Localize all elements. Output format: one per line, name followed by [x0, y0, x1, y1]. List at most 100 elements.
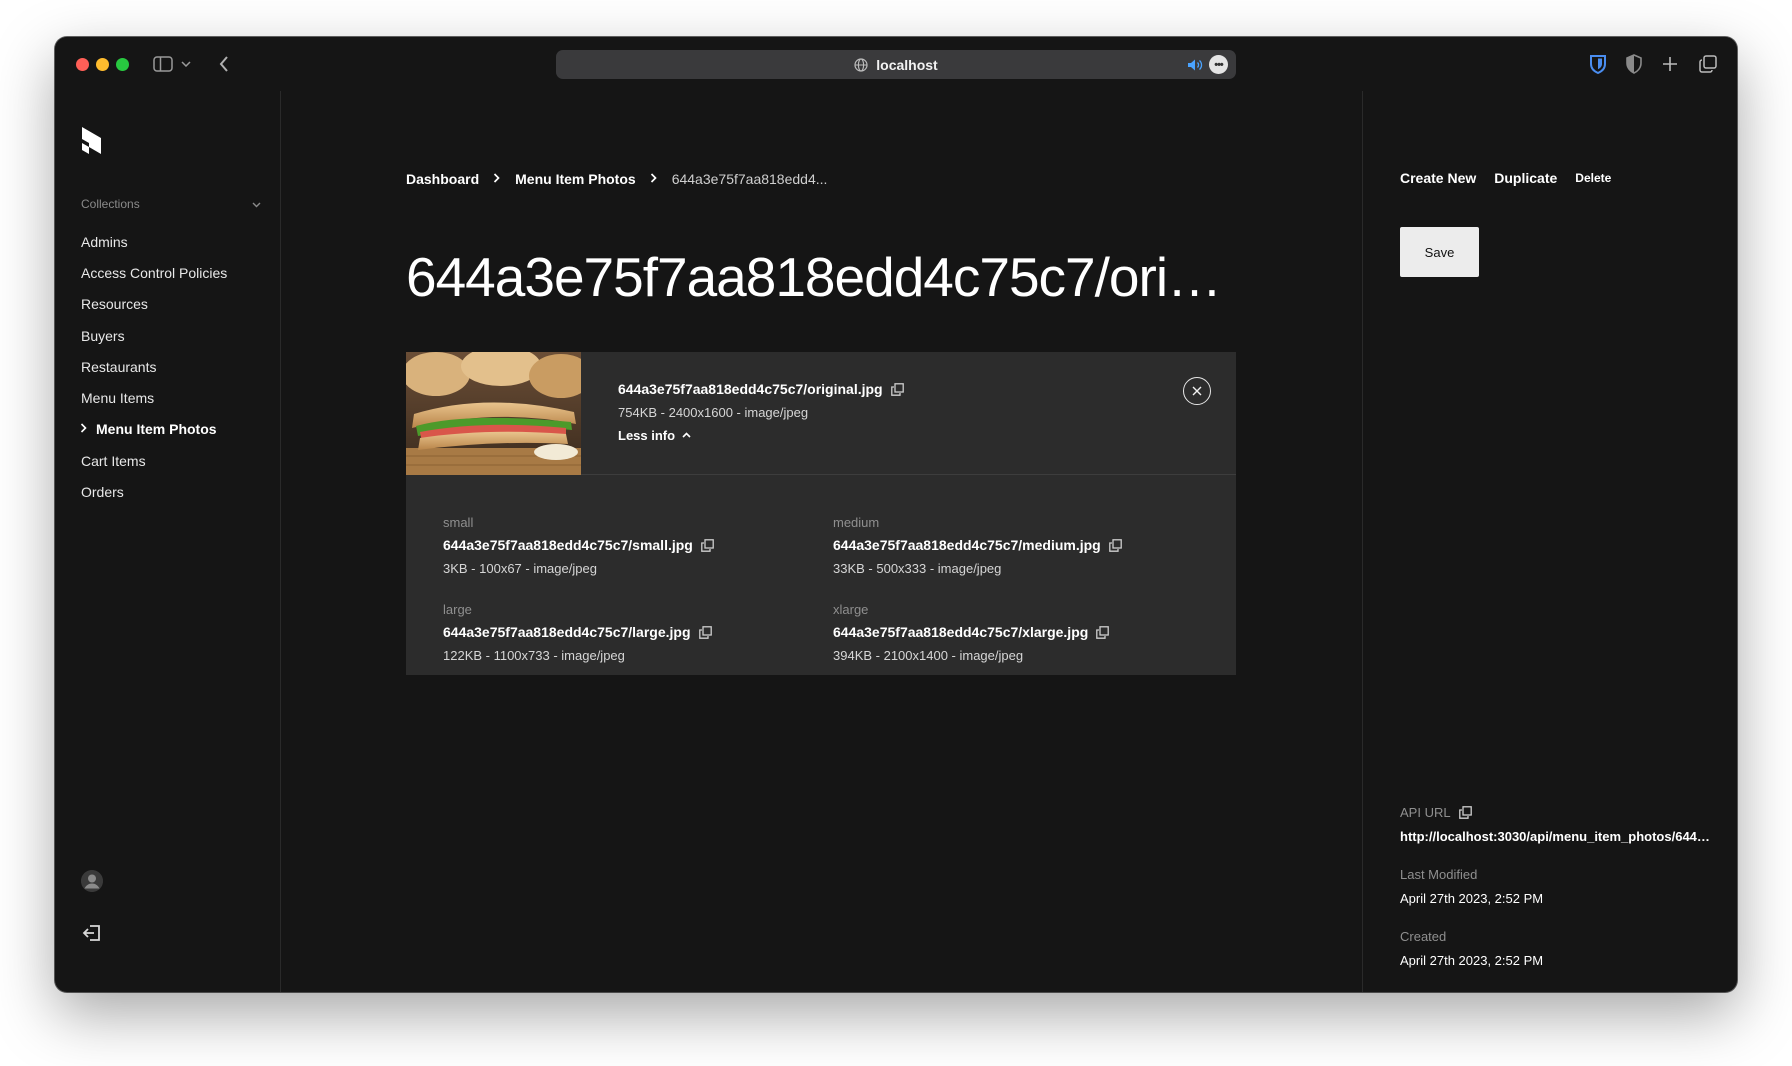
- image-size-small: small 644a3e75f7aa818edd4c75c7/small.jpg…: [443, 515, 833, 576]
- breadcrumb-separator-icon: [493, 172, 500, 186]
- chevron-down-icon[interactable]: [179, 52, 193, 76]
- image-size-large: large 644a3e75f7aa818edd4c75c7/large.jpg…: [443, 602, 833, 663]
- sidebar-item-label: Buyers: [81, 327, 125, 344]
- address-bar[interactable]: localhost •••: [556, 50, 1236, 79]
- upload-filename: 644a3e75f7aa818edd4c75c7/original.jpg: [618, 381, 904, 397]
- sidebar-item-admins[interactable]: Admins: [81, 226, 227, 257]
- sidebar-item-cart-items[interactable]: Cart Items: [81, 445, 227, 476]
- copy-icon[interactable]: [1458, 806, 1472, 819]
- speaker-icon[interactable]: [1187, 58, 1203, 72]
- new-tab-plus-icon[interactable]: [1659, 52, 1681, 76]
- sidebar-item-label: Access Control Policies: [81, 264, 228, 281]
- sidebar-item-label: Menu Items: [81, 390, 155, 407]
- size-filename: 644a3e75f7aa818edd4c75c7/small.jpg: [443, 537, 833, 553]
- size-label: xlarge: [833, 602, 869, 617]
- api-url-link[interactable]: http://localhost:3030/api/menu_item_phot…: [1400, 829, 1710, 844]
- collections-label: Collections: [81, 197, 140, 211]
- size-filename: 644a3e75f7aa818edd4c75c7/medium.jpg: [833, 537, 1223, 553]
- duplicate-button[interactable]: Duplicate: [1494, 170, 1557, 186]
- sidebar-nav: Collections Admins Access Control Polici…: [55, 91, 281, 992]
- sidebar-item-buyers[interactable]: Buyers: [81, 320, 227, 351]
- created-value: April 27th 2023, 2:52 PM: [1400, 953, 1544, 968]
- upload-file-summary: 644a3e75f7aa818edd4c75c7/original.jpg 75…: [406, 352, 1236, 475]
- address-bar-url: localhost: [876, 56, 938, 73]
- image-sizes-grid: small 644a3e75f7aa818edd4c75c7/small.jpg…: [406, 475, 1236, 675]
- less-info-label: Less info: [618, 428, 676, 443]
- browser-toolbar: localhost •••: [55, 37, 1737, 91]
- sidebar-item-resources[interactable]: Resources: [81, 289, 227, 320]
- main-content: Dashboard Menu Item Photos 644a3e75f7aa8…: [281, 91, 1363, 992]
- last-modified-value: April 27th 2023, 2:52 PM: [1400, 891, 1544, 906]
- image-size-medium: medium 644a3e75f7aa818edd4c75c7/medium.j…: [833, 515, 1223, 576]
- less-info-toggle[interactable]: Less info: [618, 428, 904, 443]
- breadcrumb-current: 644a3e75f7aa818edd4...: [671, 171, 828, 187]
- create-new-button[interactable]: Create New: [1400, 170, 1476, 186]
- sidebar-item-label: Menu Item Photos: [96, 421, 217, 438]
- breadcrumb: Dashboard Menu Item Photos 644a3e75f7aa8…: [406, 171, 827, 187]
- minimize-window-button[interactable]: [96, 58, 109, 71]
- upload-file-info: 644a3e75f7aa818edd4c75c7/original.jpg 75…: [618, 381, 904, 443]
- size-filename-text[interactable]: 644a3e75f7aa818edd4c75c7/xlarge.jpg: [833, 624, 1088, 640]
- more-options-icon[interactable]: •••: [1209, 55, 1228, 74]
- sidebar-item-orders[interactable]: Orders: [81, 476, 227, 507]
- size-filename: 644a3e75f7aa818edd4c75c7/xlarge.jpg: [833, 624, 1223, 640]
- sidebar-item-label: Cart Items: [81, 452, 146, 469]
- size-meta: 33KB - 500x333 - image/jpeg: [833, 561, 1002, 576]
- collections-group-header[interactable]: Collections: [81, 197, 261, 211]
- privacy-shield-icon[interactable]: [1623, 52, 1645, 76]
- copy-icon[interactable]: [701, 538, 714, 552]
- avatar[interactable]: [81, 870, 103, 892]
- breadcrumb-separator-icon: [650, 172, 657, 186]
- created-block: Created April 27th 2023, 2:52 PM: [1400, 929, 1543, 968]
- sidebar-item-restaurants[interactable]: Restaurants: [81, 351, 227, 382]
- image-size-xlarge: xlarge 644a3e75f7aa818edd4c75c7/xlarge.j…: [833, 602, 1223, 663]
- size-filename-text[interactable]: 644a3e75f7aa818edd4c75c7/medium.jpg: [833, 537, 1101, 553]
- size-meta: 122KB - 1100x733 - image/jpeg: [443, 648, 625, 663]
- api-url-block: API URL http://localhost:3030/api/menu_i…: [1400, 805, 1710, 844]
- payload-logo-icon[interactable]: [79, 127, 103, 155]
- chevron-right-icon: [80, 423, 87, 436]
- page-title: 644a3e75f7aa818edd4c75c7/original.jpg: [406, 246, 1236, 308]
- bitwarden-shield-icon[interactable]: [1587, 52, 1609, 76]
- remove-file-close-icon[interactable]: [1183, 377, 1211, 405]
- sandwich-thumbnail-image: [406, 352, 581, 475]
- browser-window: localhost ••• Collections Admins Access …: [55, 37, 1737, 992]
- chevron-down-icon: [252, 197, 261, 211]
- breadcrumb-link-dashboard[interactable]: Dashboard: [406, 171, 479, 187]
- size-label: medium: [833, 515, 880, 530]
- collections-list: Admins Access Control Policies Resources…: [80, 226, 227, 508]
- upload-file-card: 644a3e75f7aa818edd4c75c7/original.jpg 75…: [406, 352, 1236, 675]
- delete-button[interactable]: Delete: [1575, 171, 1611, 185]
- size-filename-text[interactable]: 644a3e75f7aa818edd4c75c7/small.jpg: [443, 537, 693, 553]
- save-button[interactable]: Save: [1400, 227, 1479, 277]
- size-filename-text[interactable]: 644a3e75f7aa818edd4c75c7/large.jpg: [443, 624, 691, 640]
- breadcrumb-link-menu-item-photos[interactable]: Menu Item Photos: [515, 171, 636, 187]
- api-url-label-text: API URL: [1400, 805, 1451, 820]
- sidebar-item-menu-items[interactable]: Menu Items: [81, 382, 227, 413]
- zoom-window-button[interactable]: [116, 58, 129, 71]
- upload-filename-text[interactable]: 644a3e75f7aa818edd4c75c7/original.jpg: [618, 381, 883, 397]
- size-label: small: [443, 515, 474, 530]
- document-actions: Create New Duplicate Delete: [1400, 170, 1611, 186]
- copy-icon[interactable]: [698, 625, 712, 639]
- copy-icon[interactable]: [1096, 625, 1110, 639]
- sidebar-toggle-icon[interactable]: [152, 52, 174, 76]
- sidebar-item-label: Orders: [81, 484, 124, 501]
- copy-icon[interactable]: [890, 382, 904, 396]
- sidebar-item-label: Resources: [81, 296, 148, 313]
- sidebar-item-access-control-policies[interactable]: Access Control Policies: [81, 257, 227, 288]
- last-modified-label: Last Modified: [1400, 867, 1478, 882]
- upload-file-meta: 754KB - 2400x1600 - image/jpeg: [618, 405, 809, 420]
- copy-icon[interactable]: [1108, 538, 1122, 552]
- back-arrow-icon[interactable]: [215, 52, 233, 76]
- size-label: large: [443, 602, 472, 617]
- globe-icon: [854, 57, 868, 72]
- tab-overview-icon[interactable]: [1697, 52, 1719, 76]
- chevron-up-icon: [682, 430, 691, 441]
- size-meta: 3KB - 100x67 - image/jpeg: [443, 561, 597, 576]
- sidebar-item-menu-item-photos[interactable]: Menu Item Photos: [80, 414, 227, 445]
- close-window-button[interactable]: [76, 58, 89, 71]
- size-filename: 644a3e75f7aa818edd4c75c7/large.jpg: [443, 624, 833, 640]
- document-sidebar: Create New Duplicate Delete Save API URL…: [1362, 91, 1737, 992]
- logout-icon[interactable]: [82, 923, 102, 943]
